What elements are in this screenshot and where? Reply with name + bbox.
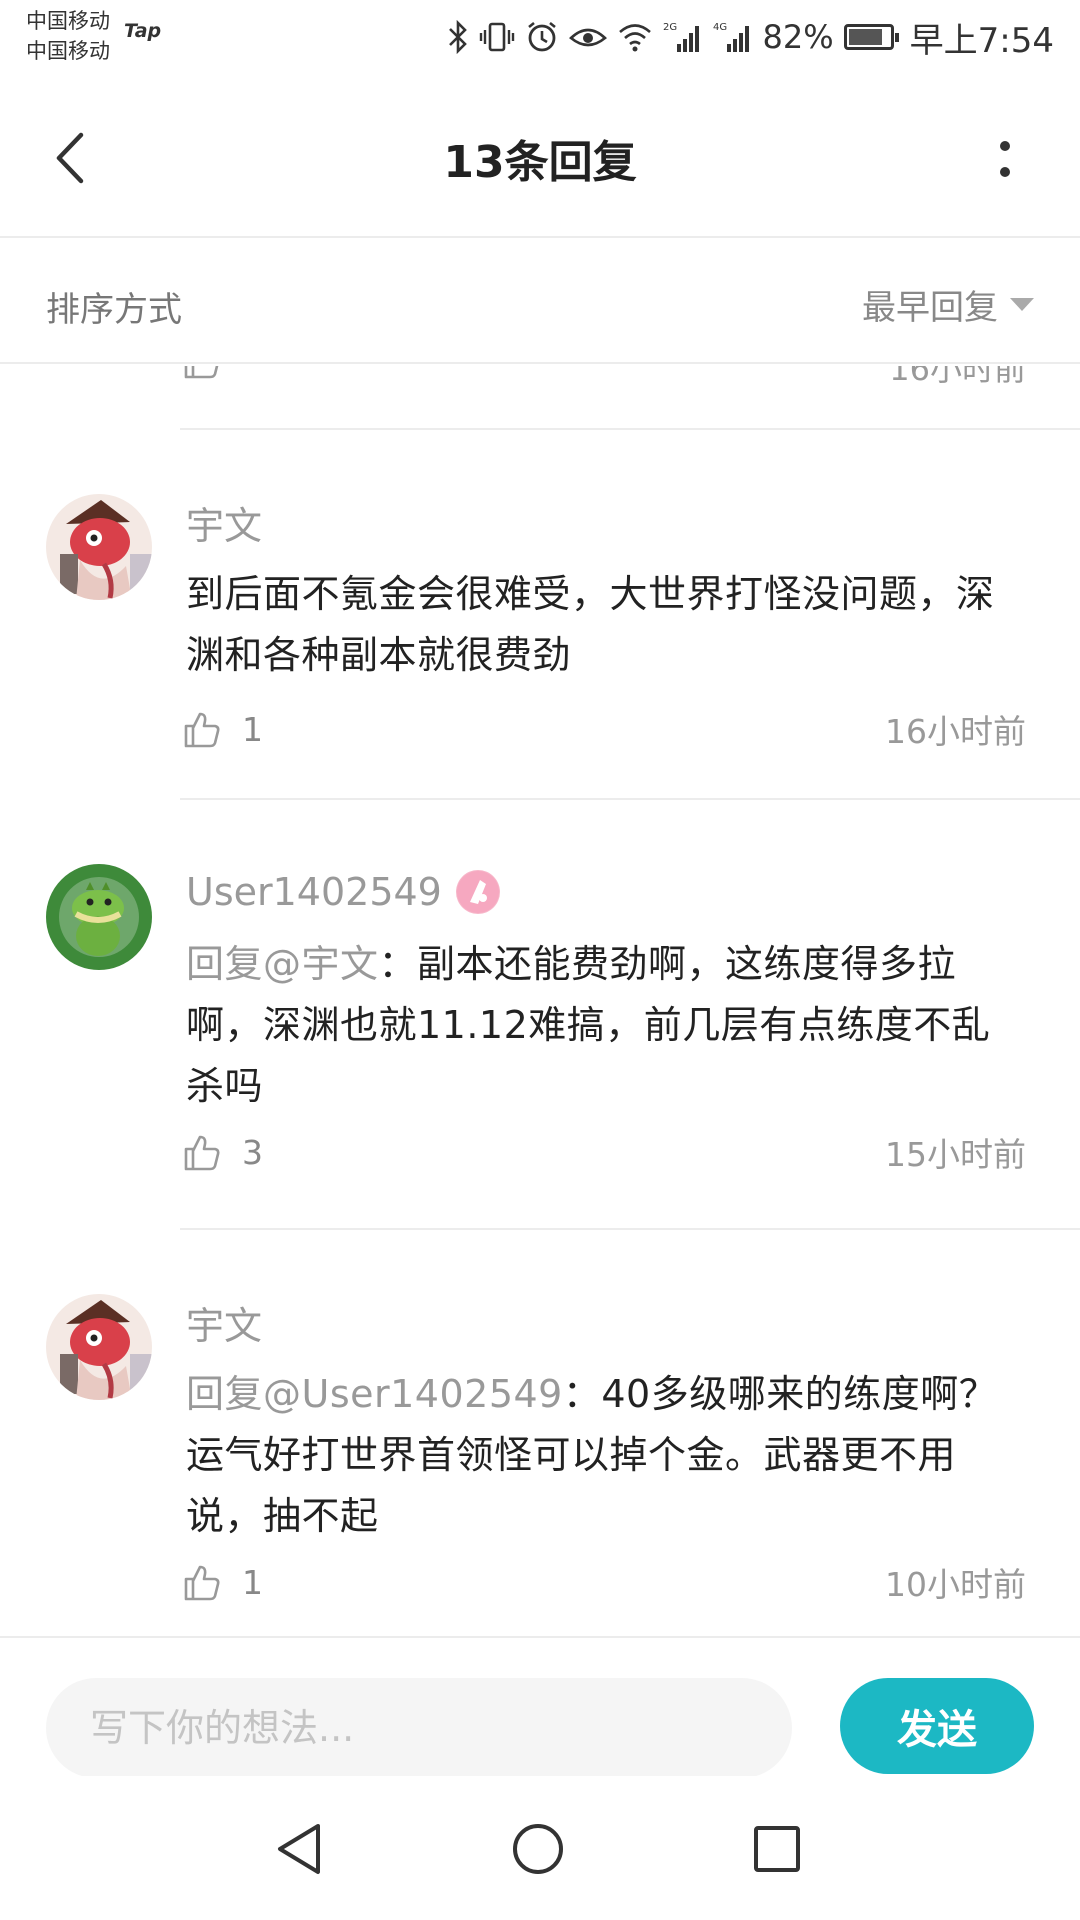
- comment-body: 宇文 回复@User1402549：40多级哪来的练度啊？运气好打世界首领怪可以…: [186, 1294, 1026, 1547]
- like-count: 3: [242, 1132, 263, 1172]
- comment-author[interactable]: 宇文: [186, 494, 1026, 550]
- bluetooth-icon: [447, 20, 469, 54]
- mention-link[interactable]: 回复@User1402549: [186, 1372, 563, 1416]
- status-icons: 2G 4G 82% 早上7:54: [447, 14, 1054, 61]
- comment-body: User1402549 回复@宇文：副本还能费劲啊，这练度得多拉啊，深渊也就11…: [186, 864, 1026, 1117]
- avatar-red-character-icon: [46, 494, 152, 600]
- sort-bar: 排序方式 最早回复: [0, 240, 1080, 364]
- header: 13条回复: [0, 78, 1080, 238]
- comment-text: 回复@宇文：副本还能费劲啊，这练度得多拉啊，深渊也就11.12难搞，前几层有点练…: [186, 934, 1026, 1117]
- divider: [180, 428, 1080, 430]
- status-bar: 中国移动 中国移动 Tap 2G 4G 82% 早上7:54: [0, 0, 1080, 78]
- eye-comfort-icon: [568, 22, 607, 52]
- comment-author[interactable]: 宇文: [186, 1294, 1026, 1350]
- vibrate-icon: [479, 20, 515, 54]
- square-recents-icon: [754, 1826, 800, 1872]
- comment-body: 宇文 到后面不氪金会很难受，大世界打怪没问题，深渊和各种副本就很费劲: [186, 494, 1026, 686]
- nav-recents-button[interactable]: [742, 1814, 812, 1884]
- comment-item: 宇文 到后面不氪金会很难受，大世界打怪没问题，深渊和各种副本就很费劲 1 16小…: [0, 494, 1080, 751]
- reply-input-bar: 发送: [0, 1636, 1080, 1778]
- thumbs-up-icon[interactable]: [182, 366, 222, 384]
- reply-list[interactable]: 16小时前 宇文 到后面不氪金会很难受，大世界打怪没问题，深渊和各种副本就很费劲: [0, 366, 1080, 1636]
- alarm-icon: [525, 20, 559, 54]
- signal-2g-icon: 2G: [663, 20, 703, 54]
- signal-4g-icon: 4G: [713, 20, 753, 54]
- comment-time: 10小时前: [885, 1565, 1026, 1604]
- partial-comment-footer: 16小时前: [0, 366, 1080, 394]
- page-title: 13条回复: [443, 137, 637, 188]
- like-button[interactable]: 1: [182, 709, 263, 749]
- send-button[interactable]: 发送: [840, 1678, 1034, 1774]
- comment-item: 宇文 回复@User1402549：40多级哪来的练度啊？运气好打世界首领怪可以…: [0, 1294, 1080, 1604]
- comment-footer: 3 15小时前: [182, 1122, 1026, 1182]
- circle-home-icon: [513, 1824, 563, 1874]
- divider: [180, 798, 1080, 800]
- divider: [180, 1228, 1080, 1230]
- network-2g-label: 2G: [663, 22, 677, 33]
- clock: 早上7:54: [909, 20, 1054, 61]
- like-button[interactable]: 3: [182, 1132, 263, 1172]
- username[interactable]: User1402549: [186, 870, 442, 914]
- comment-text: 到后面不氪金会很难受，大世界打怪没问题，深渊和各种副本就很费劲: [186, 572, 995, 677]
- comment-footer: 1 10小时前: [182, 1552, 1026, 1612]
- mention-link[interactable]: 回复@宇文: [186, 942, 379, 986]
- triangle-back-icon: [278, 1824, 320, 1874]
- system-nav-bar: [0, 1776, 1080, 1920]
- comment-time: 15小时前: [885, 1135, 1026, 1174]
- carrier-1: 中国移动: [26, 9, 110, 33]
- reply-input[interactable]: [46, 1678, 792, 1778]
- battery-percent: 82%: [762, 18, 834, 56]
- avatar[interactable]: [46, 864, 152, 970]
- comment-item: User1402549 回复@宇文：副本还能费劲啊，这练度得多拉啊，深渊也就11…: [0, 864, 1080, 1174]
- comment-time: 16小时前: [885, 712, 1026, 751]
- carrier-2: 中国移动: [26, 39, 110, 63]
- like-count: 1: [242, 1562, 263, 1602]
- like-count: 1: [242, 709, 263, 749]
- wifi-icon: [617, 22, 653, 52]
- avatar[interactable]: [46, 494, 152, 600]
- thumbs-up-icon: [184, 1565, 220, 1601]
- comment-time: 16小时前: [889, 366, 1026, 388]
- more-options-button[interactable]: [970, 120, 1040, 200]
- comment-footer: 1 16小时前: [182, 699, 1026, 759]
- network-4g-label: 4G: [713, 22, 727, 33]
- comment-author[interactable]: User1402549: [186, 864, 1026, 920]
- sort-dropdown[interactable]: 最早回复: [862, 280, 1034, 329]
- user-badge-icon: [455, 870, 500, 914]
- like-button[interactable]: 1: [182, 1562, 263, 1602]
- avatar-red-character-icon: [46, 1294, 152, 1400]
- nav-home-button[interactable]: [503, 1814, 573, 1884]
- battery-fill: [848, 29, 882, 45]
- thumbs-up-icon: [184, 712, 220, 748]
- avatar-green-dinosaur-icon: [46, 864, 152, 970]
- nav-back-button[interactable]: [264, 1814, 334, 1884]
- more-vertical-icon: [1000, 141, 1010, 177]
- thumbs-up-icon: [184, 1135, 220, 1171]
- avatar[interactable]: [46, 1294, 152, 1400]
- username[interactable]: 宇文: [186, 1295, 262, 1350]
- comment-text: 回复@User1402549：40多级哪来的练度啊？运气好打世界首领怪可以掉个金…: [186, 1364, 1026, 1547]
- battery-icon: [843, 24, 899, 50]
- sort-selected-value: 最早回复: [862, 288, 998, 328]
- tap-app-badge: Tap: [124, 20, 162, 42]
- sort-label: 排序方式: [46, 290, 182, 330]
- username[interactable]: 宇文: [186, 495, 262, 550]
- carrier-info: 中国移动 中国移动: [26, 6, 110, 66]
- caret-down-icon: [1010, 298, 1034, 311]
